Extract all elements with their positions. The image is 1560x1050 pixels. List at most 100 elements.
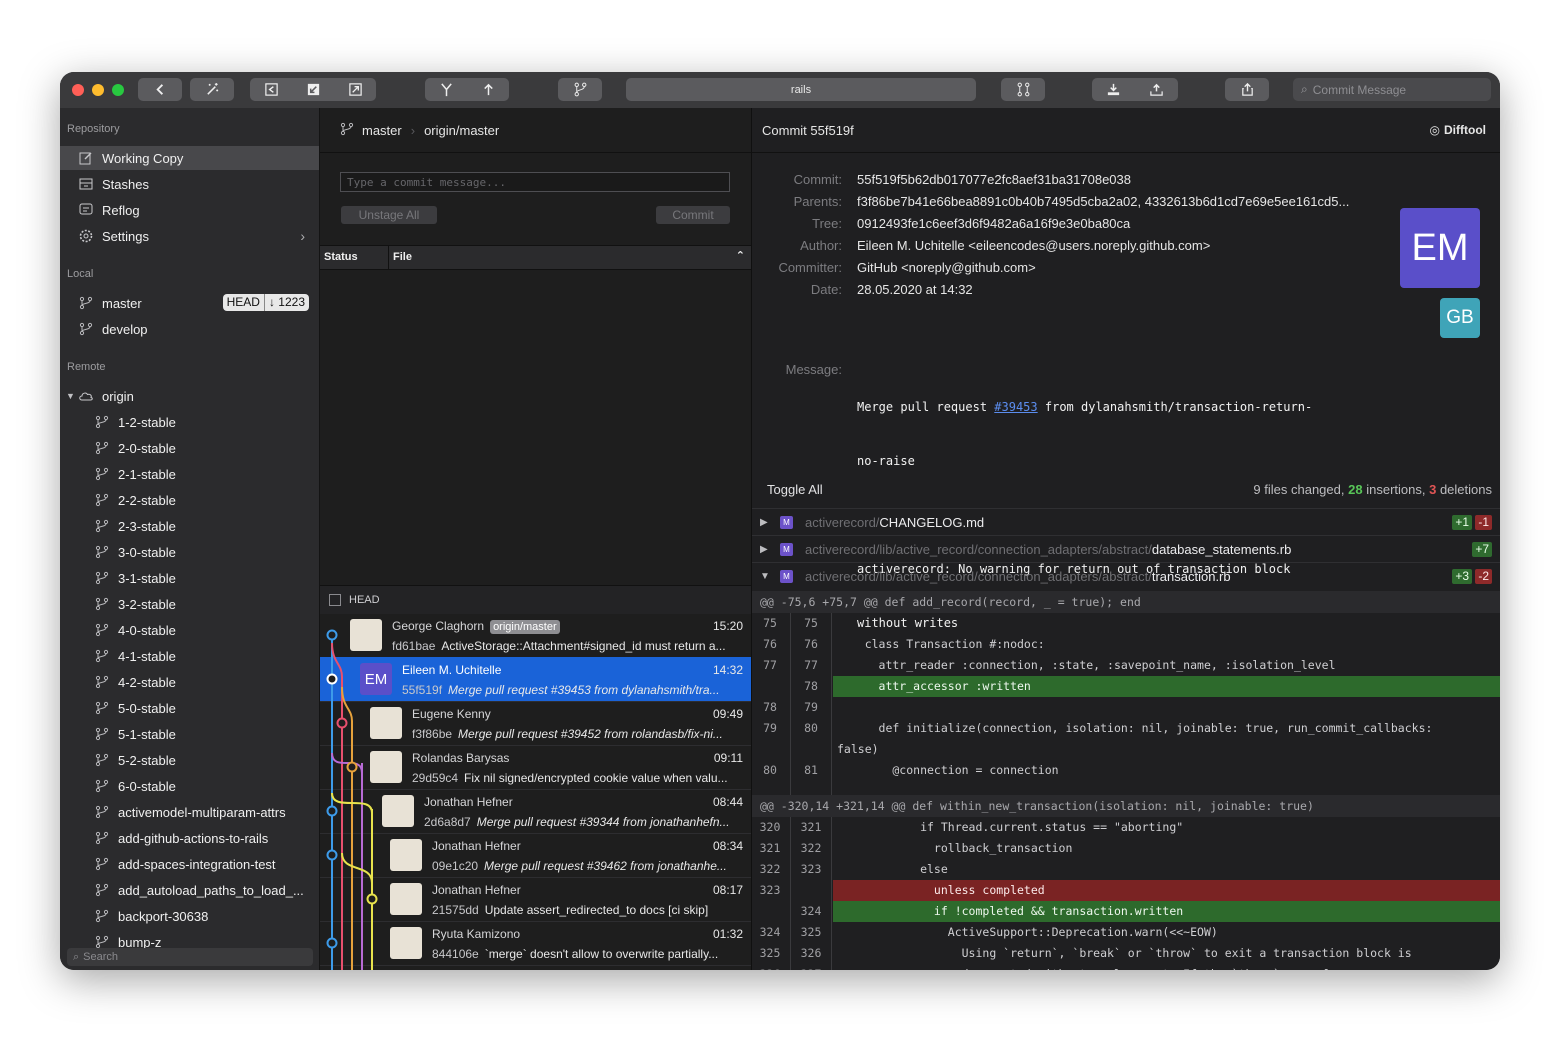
branch-icon (78, 321, 94, 337)
commit-author: Ryuta Kamizono (432, 927, 520, 941)
difftool-button[interactable]: ◎ Difftool (1430, 123, 1486, 137)
stash-button[interactable] (1001, 78, 1045, 101)
commit-metadata: Commit: 55f519f5b62db017077e2fc8aef31ba31… (752, 172, 1500, 312)
minimize-window-button[interactable] (92, 84, 104, 96)
branch-button[interactable] (558, 78, 602, 101)
commit-message-input[interactable]: Type a commit message... (340, 172, 730, 192)
new-line-number: 324 (800, 904, 822, 918)
sidebar-remote-branch[interactable]: 2-1-stable (60, 462, 319, 486)
sidebar-branch-master[interactable]: master HEAD ↓ 1223 (60, 291, 319, 315)
changed-file-row[interactable]: ▶ Mactiverecord/CHANGELOG.md +1 -1 (752, 508, 1500, 535)
merge-button[interactable] (425, 78, 467, 101)
commit-author: Eugene Kenny (412, 707, 491, 721)
pull-button[interactable] (1092, 78, 1135, 101)
branch-icon (94, 804, 110, 820)
sidebar-item-label: master (102, 295, 142, 311)
sidebar-remote-branch[interactable]: 5-1-stable (60, 722, 319, 746)
graph-edge (331, 642, 343, 678)
old-line-number: 80 (763, 763, 777, 777)
commit-author-name: Eugene Kenny (412, 707, 491, 721)
sidebar-search-input[interactable]: ⌕ Search (67, 948, 313, 966)
sidebar-item-reflog[interactable]: Reflog (60, 198, 319, 222)
sidebar-item-label: add-spaces-integration-test (118, 856, 276, 872)
deletions-badge: -1 (1475, 515, 1492, 530)
close-window-button[interactable] (72, 84, 84, 96)
chevron-up-icon[interactable]: ⌃ (736, 249, 745, 262)
sidebar-branch-develop[interactable]: develop (60, 317, 319, 341)
sidebar-item-label: 4-1-stable (118, 648, 176, 664)
commit-search-input[interactable]: ⌕ Commit Message (1293, 78, 1491, 101)
sidebar-item-label: origin (102, 388, 134, 404)
sidebar-remote-branch[interactable]: 2-3-stable (60, 514, 319, 538)
disclosure-open-icon[interactable]: ▼ (760, 571, 770, 582)
diff-line: 323 unless completed (752, 880, 1500, 901)
disclosure-closed-icon[interactable]: ▶ (760, 517, 770, 528)
sidebar-remote-branch[interactable]: activemodel-multiparam-attrs (60, 800, 319, 824)
checkbox-icon[interactable] (329, 594, 341, 606)
sidebar-remote-branch[interactable]: 5-0-stable (60, 696, 319, 720)
sidebar-remote-branch[interactable]: 5-2-stable (60, 748, 319, 772)
graph-edge (331, 752, 363, 774)
diff-code: ActiveSupport::Deprecation.warn(<<~EOW) (837, 925, 1218, 939)
sidebar-remote-branch[interactable]: 2-0-stable (60, 436, 319, 460)
sidebar-remote-branch[interactable]: backport-30638 (60, 904, 319, 928)
sidebar-item-label: 3-2-stable (118, 596, 176, 612)
sidebar-remote-branch[interactable]: 3-0-stable (60, 540, 319, 564)
sidebar-item-working-copy[interactable]: Working Copy (60, 146, 319, 170)
status-column-header[interactable]: Status (324, 251, 358, 263)
changed-file-row[interactable]: ▼ Mactiverecord/lib/active_record/connect… (752, 562, 1500, 589)
sidebar-item-settings[interactable]: Settings › (60, 224, 319, 248)
sidebar-item-stashes[interactable]: Stashes (60, 172, 319, 196)
sidebar-remote-branch[interactable]: 3-1-stable (60, 566, 319, 590)
sidebar-remote-origin[interactable]: ▼ origin (60, 384, 319, 408)
metadata-row: Tree: 0912493fe1c6eef3d6f9482a6a16f9e3e0b… (752, 216, 1500, 236)
back-button[interactable] (138, 78, 182, 101)
unstage-all-button[interactable]: Unstage All (341, 206, 437, 224)
disclosure-closed-icon[interactable]: ▶ (760, 544, 770, 555)
push-upload-button[interactable] (1135, 78, 1178, 101)
old-line-number: 325 (759, 946, 781, 960)
sidebar-remote-branch[interactable]: 3-2-stable (60, 592, 319, 616)
new-line-number: 321 (800, 820, 822, 834)
pull-request-link[interactable]: #39453 (994, 400, 1037, 414)
changed-file-row[interactable]: ▶ Mactiverecord/lib/active_record/connect… (752, 535, 1500, 562)
diff-line: 324 325 ActiveSupport::Deprecation.warn(<… (752, 922, 1500, 943)
sidebar-remote-branch[interactable]: 2-2-stable (60, 488, 319, 512)
insertions-badge: +3 (1452, 569, 1472, 584)
sidebar-remote-branch[interactable]: add_autoload_paths_to_load_... (60, 878, 319, 902)
jump-forward-button[interactable] (334, 78, 376, 101)
commit-time: 08:44 (712, 795, 743, 809)
commit-message: Merge pull request #39453 from dylanahsm… (448, 683, 720, 697)
sidebar-remote-branch[interactable]: add-spaces-integration-test (60, 852, 319, 876)
sidebar-remote-branch[interactable]: 4-0-stable (60, 618, 319, 642)
commit-button[interactable]: Commit (656, 206, 730, 224)
sidebar-remote-branch[interactable]: 1-2-stable (60, 410, 319, 434)
commit-author: Jonathan Hefner (432, 883, 521, 897)
commit-summary: 2d6a8d7 Merge pull request #39344 from jo… (424, 815, 743, 829)
branch-icon (94, 752, 110, 768)
new-line-number: 323 (800, 862, 822, 876)
sidebar-remote-branch[interactable]: add-github-actions-to-rails (60, 826, 319, 850)
current-branch-label[interactable]: master (362, 123, 402, 138)
diff-hunk-2: 320 321 if Thread.current.status == "abor… (752, 817, 1500, 970)
sidebar-remote-branch[interactable]: 6-0-stable (60, 774, 319, 798)
file-column-header[interactable]: File (393, 251, 412, 263)
toggle-all-button[interactable]: Toggle All (767, 482, 823, 497)
commit-summary: 55f519f Merge pull request #39453 from dy… (402, 683, 743, 697)
disclosure-triangle-icon[interactable]: ▼ (66, 391, 75, 401)
jump-first-button[interactable] (250, 78, 292, 101)
hunk-header: @@ -320,14 +321,14 @@ def within_new_tra… (752, 795, 1500, 817)
metadata-label: Tree: (812, 216, 842, 231)
metadata-row: Parents: f3f86be7b41e66bea8891c0b40b7495d… (752, 194, 1500, 214)
magic-wand-button[interactable] (190, 78, 234, 101)
commit-time: 09:11 (713, 751, 743, 765)
old-line-number: 77 (763, 658, 777, 672)
history-header: HEAD (320, 585, 751, 614)
sidebar-remote-branch[interactable]: 4-1-stable (60, 644, 319, 668)
sidebar-remote-branch[interactable]: 4-2-stable (60, 670, 319, 694)
jump-back-button[interactable] (292, 78, 334, 101)
zoom-window-button[interactable] (112, 84, 124, 96)
upstream-branch-label[interactable]: origin/master (424, 123, 499, 138)
share-button[interactable] (1225, 78, 1269, 101)
push-button[interactable] (467, 78, 509, 101)
